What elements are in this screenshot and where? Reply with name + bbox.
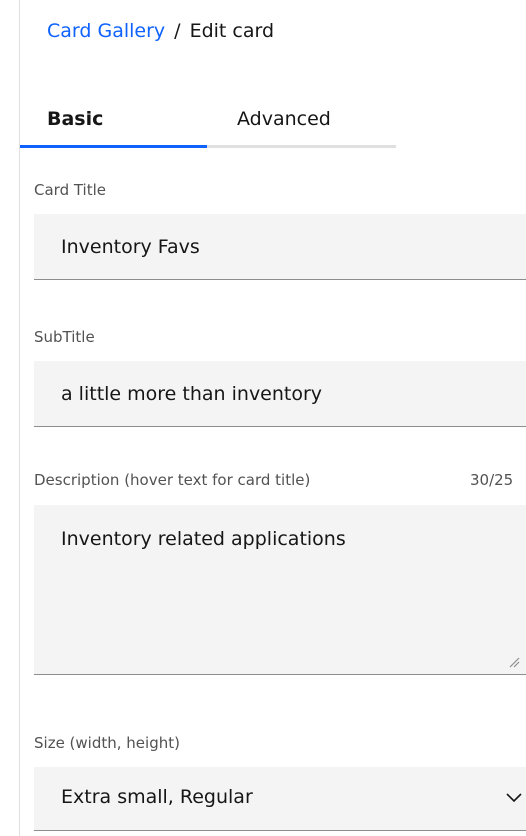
- breadcrumb-separator: /: [174, 20, 181, 42]
- tab-advanced[interactable]: Advanced: [207, 100, 396, 148]
- subtitle-input[interactable]: a little more than inventory: [34, 361, 526, 427]
- tab-basic-label: Basic: [47, 108, 104, 130]
- size-select[interactable]: Extra small, Regular: [34, 767, 526, 831]
- size-select-value: Extra small, Regular: [61, 786, 253, 808]
- chevron-down-icon: [506, 793, 522, 803]
- size-label: Size (width, height): [34, 734, 180, 752]
- tab-basic[interactable]: Basic: [20, 100, 207, 148]
- card-title-input[interactable]: Inventory Favs: [34, 214, 526, 280]
- tab-advanced-label: Advanced: [237, 108, 331, 130]
- breadcrumb-link-card-gallery[interactable]: Card Gallery: [47, 20, 165, 42]
- description-label: Description (hover text for card title): [34, 471, 311, 489]
- resize-handle-icon[interactable]: [508, 656, 520, 668]
- breadcrumb-current: Edit card: [189, 20, 275, 42]
- tab-list: Basic Advanced: [20, 100, 396, 148]
- card-title-value: Inventory Favs: [61, 236, 200, 258]
- description-value: Inventory related applications: [61, 528, 346, 550]
- description-textarea[interactable]: Inventory related applications: [34, 505, 526, 675]
- subtitle-value: a little more than inventory: [61, 383, 323, 405]
- breadcrumb: Card Gallery / Edit card: [47, 18, 274, 44]
- subtitle-label: SubTitle: [34, 328, 95, 346]
- card-title-label: Card Title: [34, 181, 107, 199]
- description-character-counter: 30/25: [470, 471, 514, 489]
